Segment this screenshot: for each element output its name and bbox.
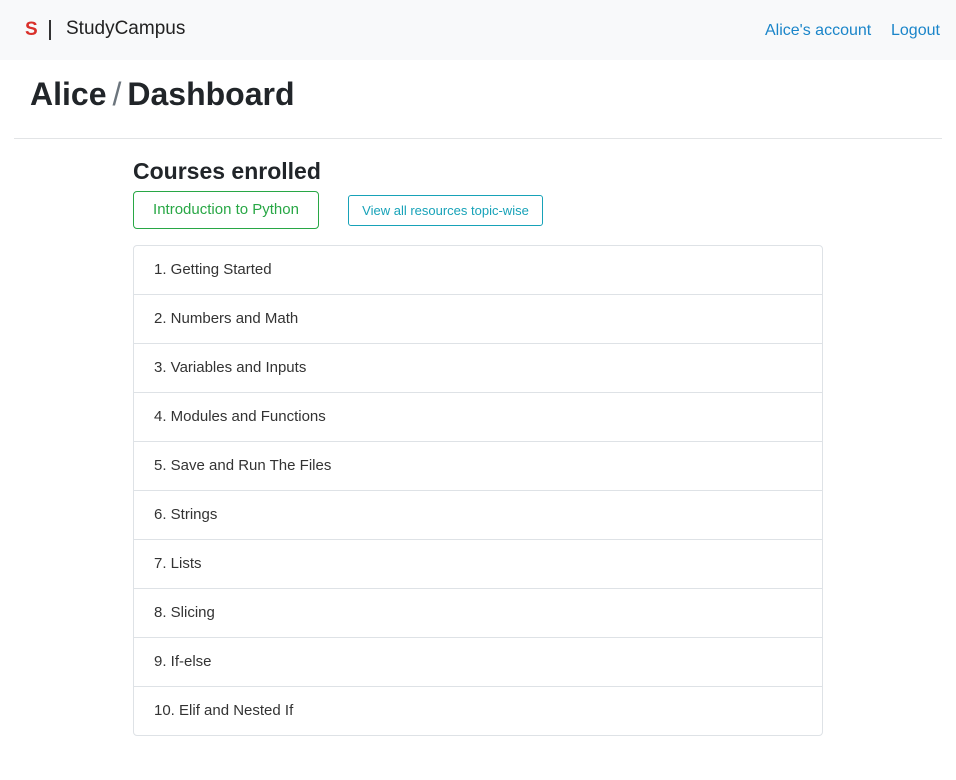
breadcrumb-current: Dashboard [127,76,295,112]
view-all-resources-button[interactable]: View all resources topic-wise [348,195,543,226]
header-divider [14,138,942,139]
course-introduction-to-python-button[interactable]: Introduction to Python [133,191,319,229]
topic-item[interactable]: 2. Numbers and Math [134,295,822,344]
page-title: Alice / Dashboard [30,74,295,114]
brand-logo-icon[interactable]: S [25,18,38,42]
brand-separator [49,20,55,40]
topic-item[interactable]: 7. Lists [134,540,822,589]
topic-item[interactable]: 6. Strings [134,491,822,540]
breadcrumb-separator: / [112,76,122,112]
brand-name-link[interactable]: StudyCampus [66,17,185,41]
topic-item[interactable]: 8. Slicing [134,589,822,638]
account-link[interactable]: Alice's account [765,21,871,41]
topic-list: 1. Getting Started 2. Numbers and Math 3… [133,245,823,736]
topic-item[interactable]: 9. If-else [134,638,822,687]
topic-item[interactable]: 5. Save and Run The Files [134,442,822,491]
topic-item[interactable]: 1. Getting Started [134,246,822,295]
topic-item[interactable]: 3. Variables and Inputs [134,344,822,393]
top-navbar: S StudyCampus Alice's account Logout [0,0,956,60]
topic-item[interactable]: 10. Elif and Nested If [134,687,822,735]
topic-item[interactable]: 4. Modules and Functions [134,393,822,442]
breadcrumb-user[interactable]: Alice [30,76,106,112]
courses-enrolled-heading: Courses enrolled [133,158,321,184]
logout-link[interactable]: Logout [891,21,940,41]
